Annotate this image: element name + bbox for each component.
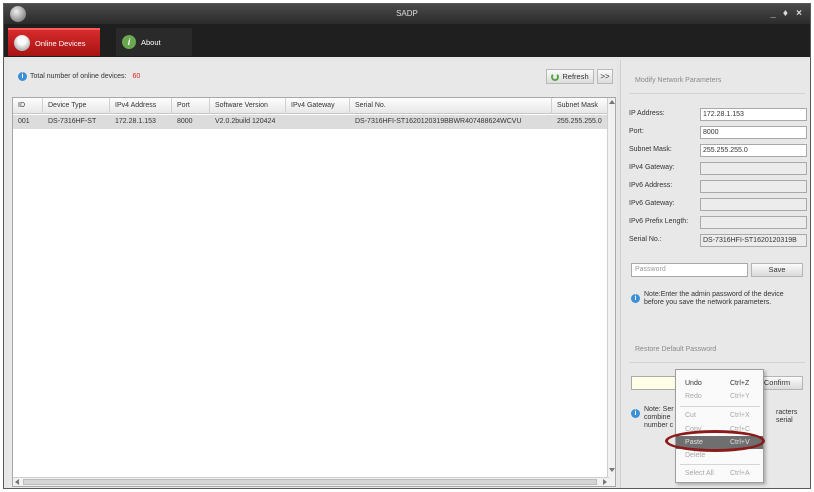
menu-item-redo[interactable]: Redo Ctrl+Y (676, 390, 763, 403)
column-header-ipv4-gateway[interactable]: IPv4 Gateway (286, 98, 350, 114)
menu-item-label: Undo (685, 380, 702, 387)
save-note-line: before you save the network parameters. (644, 299, 772, 306)
info-icon: i (631, 409, 640, 418)
tab-about[interactable]: i About (116, 28, 192, 56)
restore-note-line: Note: Ser (644, 406, 674, 413)
admin-password-field[interactable]: Password (631, 263, 748, 277)
scroll-up-icon[interactable] (609, 100, 615, 104)
menu-item-label: Cut (685, 412, 696, 419)
subnet-mask-label: Subnet Mask: (629, 146, 672, 153)
cell-ipv4-gateway (286, 115, 350, 129)
column-header-subnet-mask[interactable]: Subnet Mask (552, 98, 609, 114)
refresh-label: Refresh (562, 72, 589, 81)
ipv6-prefix-length-label: IPv6 Prefix Length: (629, 218, 689, 225)
online-devices-panel: i Total number of online devices: 60 Ref… (8, 60, 616, 488)
close-icon[interactable]: × (796, 8, 802, 19)
column-header-device-type[interactable]: Device Type (43, 98, 110, 114)
tab-label: About (141, 37, 161, 47)
user-icon (14, 35, 30, 51)
ipv6-gateway-label: IPv6 Gateway: (629, 200, 675, 207)
menu-item-shortcut: Ctrl+A (730, 470, 750, 477)
menu-item-undo[interactable]: Undo Ctrl+Z (676, 377, 763, 390)
device-table: ID Device Type IPv4 Address Port Softwar… (12, 97, 616, 487)
ipv6-address-field[interactable] (700, 180, 807, 193)
tab-online-devices[interactable]: Online Devices (8, 28, 100, 56)
scrollbar-thumb[interactable] (23, 479, 597, 485)
column-header-ipv4-address[interactable]: IPv4 Address (110, 98, 172, 114)
scroll-right-icon[interactable] (603, 479, 607, 485)
table-row[interactable]: 001 DS-7316HF-ST 172.28.1.153 8000 V2.0.… (13, 115, 609, 129)
ip-address-field[interactable]: 172.28.1.153 (700, 108, 807, 121)
context-menu: Undo Ctrl+Z Redo Ctrl+Y Cut Ctrl+X Copy … (675, 369, 764, 483)
horizontal-scrollbar[interactable] (13, 477, 609, 486)
restore-note-line: number c (644, 422, 674, 429)
divider (629, 93, 805, 94)
menu-item-cut[interactable]: Cut Ctrl+X (676, 409, 763, 422)
ipv6-address-label: IPv6 Address: (629, 182, 673, 189)
expand-panel-button[interactable]: >> (597, 69, 613, 84)
tab-bar: Online Devices i About (4, 24, 810, 57)
port-field[interactable]: 8000 (700, 126, 807, 139)
ipv6-gateway-field[interactable] (700, 198, 807, 211)
serial-no-field[interactable]: DS-7316HFI-ST1620120319B (700, 234, 807, 247)
save-note: i Note:Enter the admin password of the d… (631, 291, 784, 307)
tab-label: Online Devices (35, 38, 86, 48)
info-icon: i (122, 35, 136, 49)
port-label: Port: (629, 128, 644, 135)
refresh-icon (551, 72, 560, 81)
refresh-button[interactable]: Refresh (546, 69, 594, 84)
maximize-icon[interactable]: ♦ (783, 8, 788, 19)
restore-note-right: racters serial (776, 409, 797, 425)
scroll-left-icon[interactable] (15, 479, 19, 485)
menu-item-label: Select All (685, 470, 714, 477)
restore-note-line: combine (644, 414, 671, 421)
modify-network-title: Modify Network Parameters (635, 77, 722, 84)
menu-item-label: Redo (685, 393, 702, 400)
device-count-summary: i Total number of online devices: 60 (18, 72, 140, 81)
scroll-down-icon[interactable] (609, 468, 615, 472)
restore-note-line: racters (776, 409, 798, 416)
column-header-id[interactable]: ID (13, 98, 43, 114)
column-header-serial-no[interactable]: Serial No. (350, 98, 552, 114)
window-title: SADP (396, 9, 418, 18)
column-header-software-version[interactable]: Software Version (210, 98, 286, 114)
restore-note-line: serial (776, 417, 793, 424)
ipv6-prefix-length-field[interactable] (700, 216, 807, 229)
save-note-line: Note:Enter the admin password of the dev… (644, 291, 784, 298)
column-header-port[interactable]: Port (172, 98, 210, 114)
subnet-mask-field[interactable]: 255.255.255.0 (700, 144, 807, 157)
info-icon: i (631, 294, 640, 303)
restore-password-title: Restore Default Password (635, 346, 717, 353)
summary-label: Total number of online devices: (30, 73, 127, 80)
cell-device-type: DS-7316HF-ST (48, 118, 97, 125)
serial-no-label: Serial No.: (629, 236, 662, 243)
vertical-scrollbar[interactable] (607, 98, 615, 486)
menu-item-shortcut: Ctrl+Z (730, 380, 750, 387)
ipv4-gateway-label: IPv4 Gateway: (629, 164, 675, 171)
menu-separator (680, 464, 760, 465)
cell-serial-no: DS-7316HFI-ST1620120319BBWR407488624WCVU (355, 118, 522, 125)
cell-id: 001 (18, 118, 30, 125)
save-note-text: Note:Enter the admin password of the dev… (644, 291, 784, 307)
ip-address-label: IP Address: (629, 110, 665, 117)
table-header: ID Device Type IPv4 Address Port Softwar… (13, 98, 609, 114)
cell-software-version: V2.0.2build 120424 (215, 118, 276, 125)
menu-separator (680, 406, 760, 407)
cell-port: 8000 (177, 118, 193, 125)
info-icon: i (18, 72, 27, 81)
restore-note: i Note: Ser combine number c (631, 406, 674, 430)
ipv4-gateway-field[interactable] (700, 162, 807, 175)
device-count: 60 (132, 73, 141, 80)
cell-subnet-mask: 255.255.255.0 (557, 118, 602, 125)
menu-item-shortcut: Ctrl+X (730, 412, 750, 419)
cell-ipv4-address: 172.28.1.153 (115, 118, 156, 125)
paste-highlight-annotation (665, 430, 765, 452)
menu-item-shortcut: Ctrl+Y (730, 393, 750, 400)
minimize-icon[interactable]: _ (770, 8, 776, 19)
save-button[interactable]: Save (751, 263, 803, 277)
restore-note-text: Note: Ser combine number c (644, 406, 674, 430)
title-bar: SADP _ ♦ × (4, 4, 810, 24)
divider (629, 362, 805, 363)
menu-item-select-all[interactable]: Select All Ctrl+A (676, 467, 763, 480)
